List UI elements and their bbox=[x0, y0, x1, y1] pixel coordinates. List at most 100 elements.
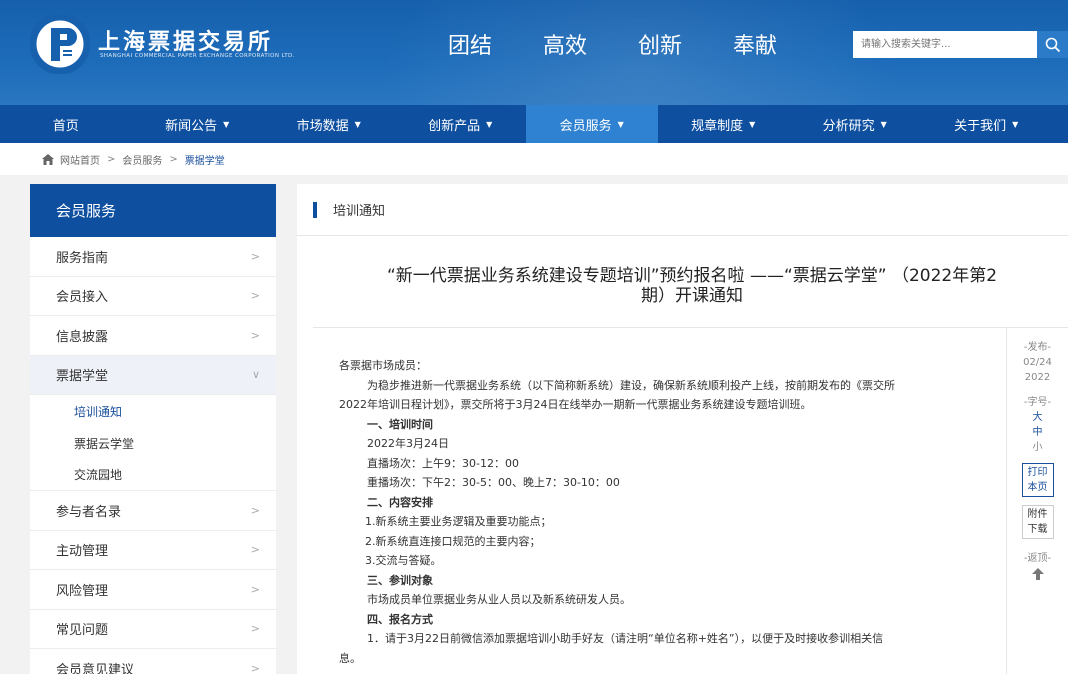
body-line: 市场成员单位票据业务从业人员以及新系统研发人员。 bbox=[367, 593, 631, 606]
article-title-line: “新一代票据业务系统建设专题培训”预约报名啦 ——“票据云学堂” （2022年第… bbox=[386, 266, 998, 286]
chevron-right-icon: > bbox=[250, 503, 260, 517]
caret-down-icon: ▼ bbox=[354, 119, 361, 129]
nav-item-products[interactable]: 创新产品 ▼ bbox=[395, 105, 527, 143]
nav-label: 分析研究 bbox=[822, 118, 875, 134]
chevron-right-icon: > bbox=[250, 661, 260, 674]
publish-year: 2022 bbox=[1024, 372, 1051, 383]
caret-down-icon: ▼ bbox=[1012, 119, 1019, 129]
arrow-up-icon[interactable] bbox=[1031, 567, 1045, 581]
caret-down-icon: ▼ bbox=[749, 119, 756, 129]
back-to-top-label[interactable]: -返顶- bbox=[1007, 551, 1068, 566]
search-icon bbox=[1045, 37, 1060, 52]
attachment-label: 附件 bbox=[1027, 509, 1048, 520]
section-title: 培训通知 bbox=[333, 204, 386, 219]
nav-label: 会员服务 bbox=[559, 118, 612, 134]
body-heading: 三、参训对象 bbox=[367, 573, 433, 587]
slogans: 团结 高效 创新 奉献 bbox=[448, 28, 828, 60]
body-greeting: 各票据市场成员： bbox=[339, 359, 427, 372]
body-line: 重播场次：下午2：30-5：00、晚上7：30-10：00 bbox=[367, 476, 620, 489]
section-bar bbox=[313, 201, 317, 218]
logo-title: 上海票据交易所 bbox=[98, 30, 274, 55]
body-line: 1．请于3月22日前微信添加票据培训小助手好友（请注明“单位名称+姓名”），以便… bbox=[367, 632, 884, 645]
logo-icon[interactable] bbox=[30, 14, 90, 74]
sidebar-item-disclosure[interactable]: 信息披露 > bbox=[30, 316, 276, 356]
body-heading: 二、内容安排 bbox=[367, 495, 433, 509]
caret-down-icon: ▼ bbox=[223, 119, 230, 129]
body-line: 直播场次：上午9：30-12：00 bbox=[367, 456, 519, 470]
nav-item-home[interactable]: 首页 bbox=[0, 105, 132, 143]
body-line: 息。 bbox=[339, 651, 361, 665]
font-size-large[interactable]: 大 bbox=[1007, 410, 1068, 425]
main-nav: 首页 新闻公告 ▼ 市场数据 ▼ 创新产品 ▼ 会员服务 ▼ 规章制度 ▼ 分析研究 ▼ 关… bbox=[0, 105, 1068, 143]
search-input[interactable] bbox=[853, 31, 1037, 58]
slogan: 高效 bbox=[543, 34, 588, 59]
nav-item-market-data[interactable]: 市场数据 ▼ bbox=[263, 105, 395, 143]
nav-label: 首页 bbox=[52, 118, 79, 134]
sidebar-item-faq[interactable]: 常见问题 > bbox=[30, 610, 276, 649]
slogan: 奉献 bbox=[733, 34, 778, 59]
body-heading: 一、培训时间 bbox=[367, 417, 433, 431]
sidebar-subitem-cloud-academy[interactable]: 票据云学堂 bbox=[30, 427, 276, 459]
caret-down-icon: ▼ bbox=[486, 119, 493, 129]
nav-item-news[interactable]: 新闻公告 ▼ bbox=[132, 105, 264, 143]
chevron-right-icon: > bbox=[250, 622, 260, 636]
sidebar-item-active-management[interactable]: 主动管理 > bbox=[30, 531, 276, 570]
nav-label: 新闻公告 bbox=[165, 118, 218, 134]
sidebar-item-participants[interactable]: 参与者名录 > bbox=[30, 491, 276, 531]
publish-label: -发布- bbox=[1023, 342, 1052, 353]
sidebar-item-label: 会员接入 bbox=[56, 290, 109, 306]
sidebar-item-label: 票据学堂 bbox=[56, 369, 109, 385]
site-header: 上海票据交易所 SHANGHAI COMMERCIAL PAPER EXCHAN… bbox=[0, 0, 1068, 105]
sidebar-item-label: 风险管理 bbox=[56, 583, 109, 599]
body-line: 2.新系统直连接口规范的主要内容； bbox=[365, 534, 541, 548]
caret-down-icon: ▼ bbox=[880, 119, 887, 129]
sidebar-item-feedback[interactable]: 会员意见建议 > bbox=[30, 649, 276, 674]
nav-label: 市场数据 bbox=[296, 118, 349, 134]
chevron-down-icon: ∨ bbox=[251, 368, 260, 382]
breadcrumb-home[interactable]: 网站首页 bbox=[60, 152, 100, 167]
article-title-line: 期）开课通知 bbox=[641, 286, 743, 306]
sidebar-item-academy[interactable]: 票据学堂 ∨ bbox=[30, 355, 276, 395]
attachment-download-button[interactable]: 附件 下载 bbox=[1021, 505, 1054, 539]
print-button[interactable]: 打印 本页 bbox=[1021, 463, 1054, 497]
font-size-medium[interactable]: 中 bbox=[1007, 425, 1068, 440]
publish-date: 02/24 bbox=[1023, 357, 1052, 368]
breadcrumb-separator: > bbox=[169, 153, 178, 165]
sidebar-item-service-guide[interactable]: 服务指南 > bbox=[30, 237, 276, 277]
nav-item-research[interactable]: 分析研究 ▼ bbox=[789, 105, 921, 143]
nav-item-member-services[interactable]: 会员服务 ▼ bbox=[526, 105, 658, 143]
sidebar-item-risk-management[interactable]: 风险管理 > bbox=[30, 570, 276, 610]
chevron-right-icon: > bbox=[250, 582, 260, 596]
sidebar-subitem-training-notice[interactable]: 培训通知 bbox=[30, 395, 276, 427]
search-button[interactable] bbox=[1037, 31, 1068, 58]
sidebar-item-label: 信息披露 bbox=[56, 329, 109, 345]
breadcrumb-separator: > bbox=[107, 153, 116, 165]
attachment-label: 下载 bbox=[1027, 524, 1048, 535]
section-header: 培训通知 bbox=[297, 184, 1068, 236]
article-tools: -发布- 02/24 2022 -字号- 大 中 小 打印 本页 附件 下载 -… bbox=[1006, 328, 1068, 674]
font-size-small[interactable]: 小 bbox=[1007, 440, 1068, 455]
nav-label: 规章制度 bbox=[691, 118, 744, 134]
sidebar-item-label: 服务指南 bbox=[56, 250, 109, 266]
sidebar-item-member-access[interactable]: 会员接入 > bbox=[30, 277, 276, 316]
sidebar-item-label: 参与者名录 bbox=[56, 504, 122, 520]
print-label: 打印 bbox=[1027, 467, 1048, 478]
breadcrumb-current[interactable]: 票据学堂 bbox=[185, 152, 225, 167]
nav-item-rules[interactable]: 规章制度 ▼ bbox=[658, 105, 790, 143]
chevron-right-icon: > bbox=[250, 289, 260, 303]
body-line: 1.新系统主要业务逻辑及重要功能点； bbox=[365, 515, 552, 528]
sidebar: 会员服务 服务指南 > 会员接入 > 信息披露 > 票据学堂 ∨ 培训通知 票据… bbox=[30, 184, 276, 674]
content-panel: 培训通知 “新一代票据业务系统建设专题培训”预约报名啦 ——“票据云学堂” （2… bbox=[297, 184, 1068, 674]
sidebar-item-label: 会员意见建议 bbox=[56, 662, 135, 674]
nav-label: 创新产品 bbox=[428, 118, 481, 134]
caret-down-icon: ▼ bbox=[617, 119, 624, 129]
nav-label: 关于我们 bbox=[954, 118, 1007, 134]
nav-item-about[interactable]: 关于我们 ▼ bbox=[921, 105, 1053, 143]
sidebar-item-label: 主动管理 bbox=[56, 544, 109, 560]
body-heading: 四、报名方式 bbox=[367, 612, 433, 626]
sidebar-subitem-forum[interactable]: 交流园地 bbox=[30, 459, 276, 491]
chevron-right-icon: > bbox=[250, 328, 260, 342]
body-paragraph: 2022年培训日程计划》，票交所将于3月24日在线举办一期新一代票据业务系统建设… bbox=[339, 398, 812, 411]
slogan: 创新 bbox=[638, 34, 683, 59]
breadcrumb-member-services[interactable]: 会员服务 bbox=[122, 152, 162, 167]
